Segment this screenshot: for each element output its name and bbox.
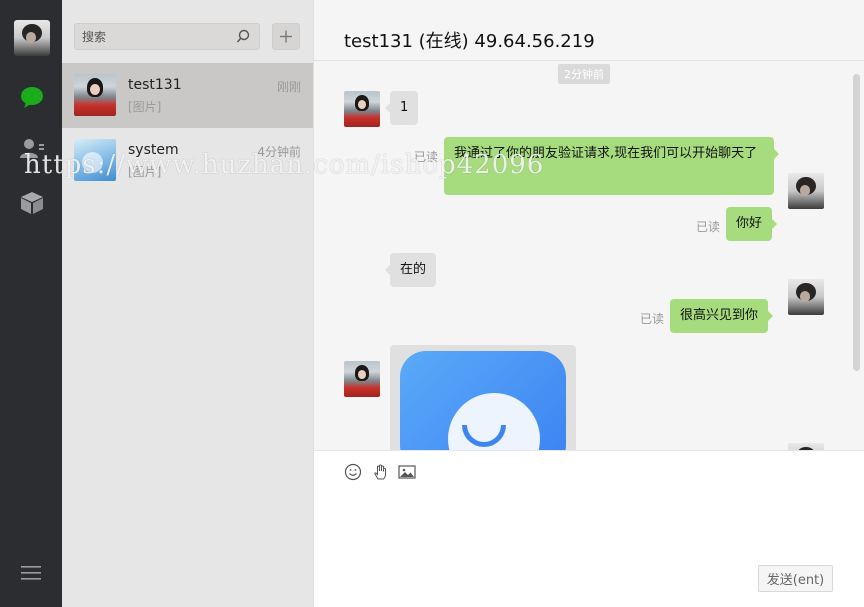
message-list[interactable]: 2分钟前 1 已读 我通过了你的朋友验证请求,现在我们可以开始聊天了 已读 你好… bbox=[314, 61, 864, 450]
avatar bbox=[74, 74, 116, 116]
search-box bbox=[74, 23, 260, 50]
read-status: 已读 bbox=[696, 220, 721, 234]
message-input[interactable] bbox=[342, 491, 842, 561]
conversation-list: test131 [图片] 刚刚 system [图片] 4分钟前 bbox=[62, 0, 313, 607]
conversation-time: 4分钟前 bbox=[257, 145, 301, 159]
chat-panel: test131 (在线) 49.64.56.219 2分钟前 1 已读 我通过了… bbox=[313, 0, 864, 607]
nav-bar bbox=[0, 0, 62, 607]
chat-app: test131 [图片] 刚刚 system [图片] 4分钟前 test131… bbox=[0, 0, 864, 607]
hand-icon[interactable] bbox=[371, 463, 389, 481]
image-icon[interactable] bbox=[398, 463, 416, 481]
emoji-icon[interactable] bbox=[344, 463, 362, 481]
composer: 发送(ent) bbox=[314, 450, 864, 607]
read-status: 已读 bbox=[640, 312, 665, 326]
conversation-preview: [图片] bbox=[128, 165, 162, 179]
conversation-time: 刚刚 bbox=[276, 80, 301, 94]
search-input[interactable] bbox=[75, 24, 225, 49]
message-bubble: 你好 bbox=[726, 207, 778, 241]
my-message-avatar[interactable] bbox=[788, 279, 824, 315]
add-button[interactable] bbox=[272, 23, 300, 50]
message-bubble: 在的 bbox=[384, 253, 437, 287]
menu-icon[interactable] bbox=[21, 565, 43, 581]
chat-header: test131 (在线) 49.64.56.219 bbox=[314, 0, 864, 61]
read-status: 已读 bbox=[414, 150, 439, 164]
my-message-avatar[interactable] bbox=[788, 173, 824, 209]
my-message-avatar[interactable] bbox=[788, 443, 824, 450]
conversation-item-system[interactable]: system [图片] 4分钟前 bbox=[62, 128, 313, 193]
sender-avatar[interactable] bbox=[344, 361, 380, 397]
contacts-icon[interactable] bbox=[19, 136, 45, 162]
conversation-name: test131 bbox=[128, 77, 182, 93]
sender-avatar[interactable] bbox=[344, 91, 380, 127]
composer-toolbar bbox=[344, 463, 416, 481]
avatar bbox=[74, 139, 116, 181]
chat-title: test131 (在线) 49.64.56.219 bbox=[344, 31, 595, 52]
my-avatar[interactable] bbox=[14, 20, 50, 56]
image-message[interactable] bbox=[390, 345, 576, 450]
conversation-item-test131[interactable]: test131 [图片] 刚刚 bbox=[62, 63, 313, 128]
message-bubble: 很高兴见到你 bbox=[670, 299, 774, 333]
conversation-name: system bbox=[128, 142, 179, 158]
box-icon[interactable] bbox=[19, 190, 45, 216]
message-bubble: 我通过了你的朋友验证请求,现在我们可以开始聊天了 bbox=[444, 137, 779, 195]
message-bubble: 1 bbox=[384, 91, 419, 125]
conversation-preview: [图片] bbox=[128, 100, 162, 114]
send-button[interactable]: 发送(ent) bbox=[758, 565, 833, 592]
scrollbar[interactable] bbox=[853, 74, 860, 371]
search-icon[interactable] bbox=[236, 29, 251, 44]
chat-icon[interactable] bbox=[19, 84, 45, 110]
message-timestamp: 2分钟前 bbox=[558, 64, 610, 84]
